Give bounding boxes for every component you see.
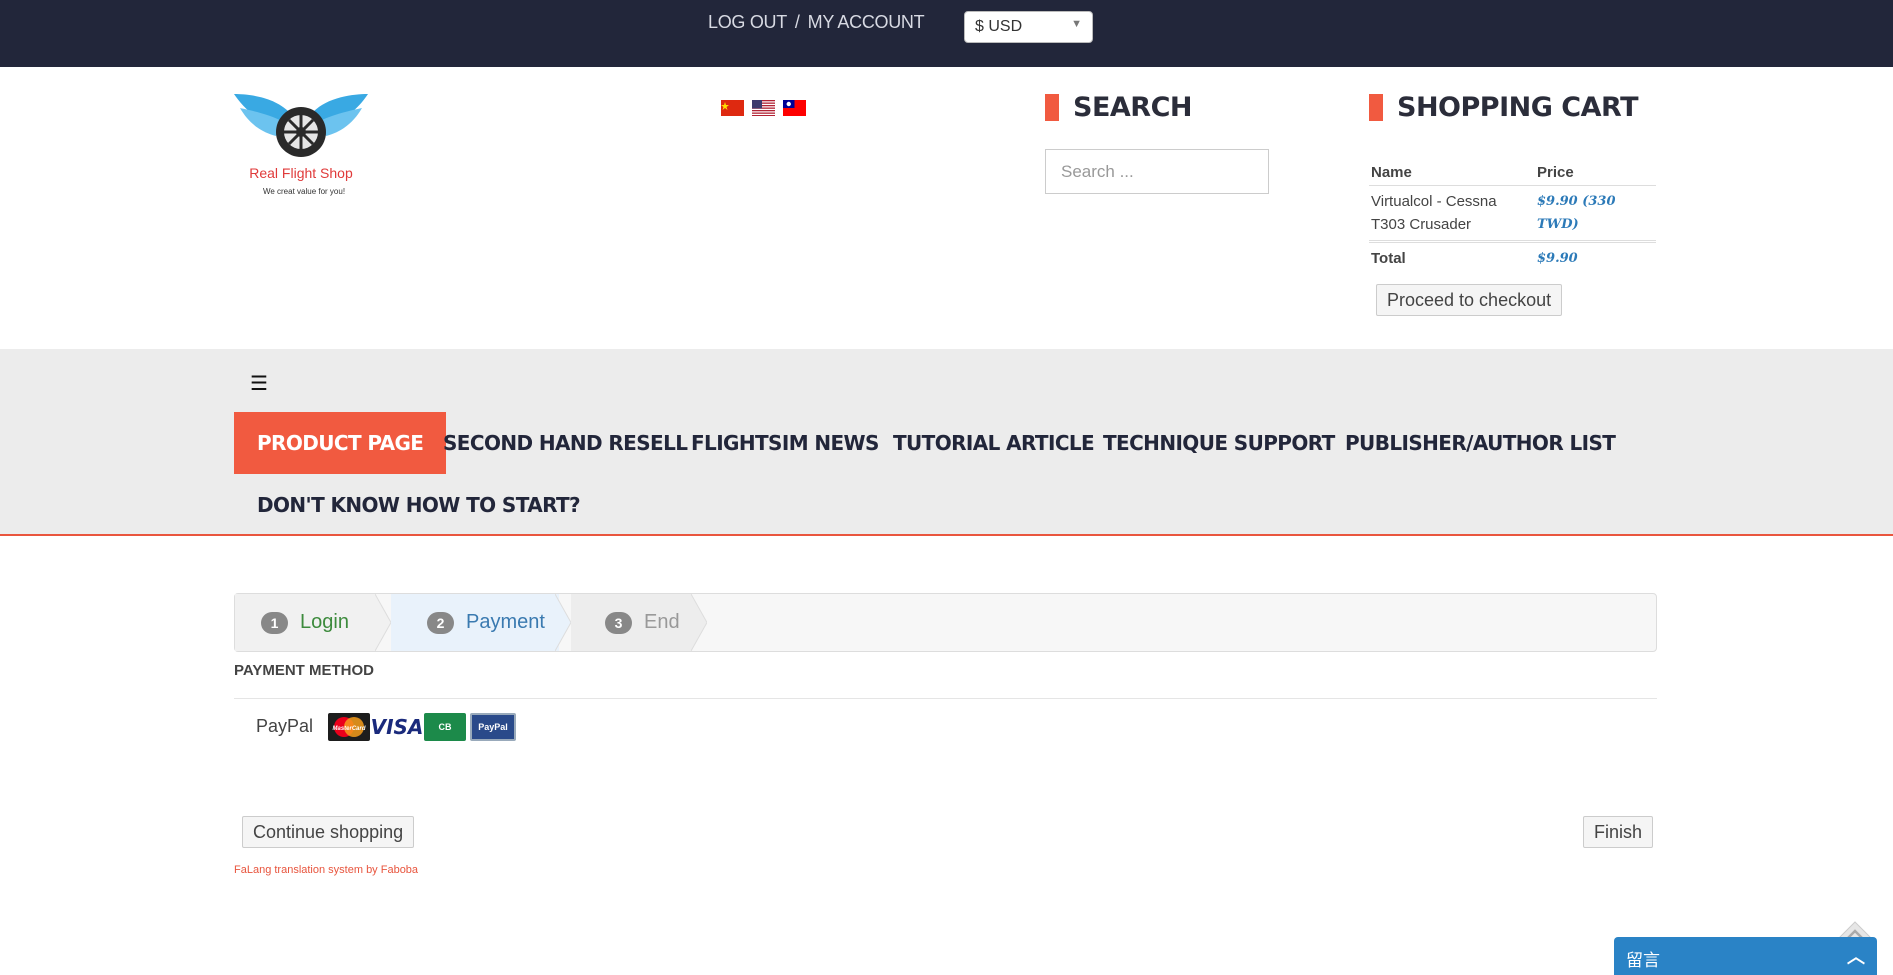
cb-icon: CB	[424, 713, 466, 741]
step-payment[interactable]: 2 Payment	[391, 594, 559, 651]
step-login[interactable]: 1 Login	[235, 594, 375, 651]
chat-widget[interactable]: 留言 ︿	[1614, 937, 1877, 975]
my-account-link[interactable]: MY ACCOUNT	[808, 12, 925, 32]
mastercard-text: MasterCard	[332, 726, 365, 732]
china-flag-icon[interactable]	[721, 100, 744, 116]
heading-accent	[1045, 94, 1059, 121]
step-end[interactable]: 3 End	[571, 594, 691, 651]
cart-item-price: $9.90 (330 TWD)	[1535, 185, 1656, 243]
cart-item-row: Virtualcol - Cessna T303 Crusader $9.90 …	[1369, 185, 1656, 243]
site-logo[interactable]: Real Flight Shop We creat value for you!	[234, 92, 368, 200]
nav-item-product-page[interactable]: PRODUCT PAGE	[234, 412, 447, 474]
logo-wheel-icon	[276, 107, 326, 157]
cart-col-name: Name	[1369, 160, 1535, 186]
cart-total-value: $9.90	[1537, 251, 1578, 266]
divider	[234, 698, 1657, 699]
currency-select[interactable]: $ USD ▼	[964, 11, 1093, 43]
main-nav: ☰ PRODUCT PAGE SECOND HAND RESELL FLIGHT…	[0, 349, 1893, 536]
step-label: Login	[300, 611, 349, 633]
search-heading: SEARCH	[1045, 92, 1193, 123]
logo-name: Real Flight Shop	[249, 165, 353, 181]
step-number: 2	[427, 611, 454, 634]
taiwan-flag-icon[interactable]	[783, 100, 806, 116]
finish-button[interactable]: Finish	[1583, 816, 1654, 848]
cart-table: Name Price Virtualcol - Cessna T303 Crus…	[1369, 160, 1656, 274]
currency-value: $ USD	[975, 18, 1023, 35]
falang-credit-link[interactable]: FaLang translation system by Faboba	[234, 864, 418, 876]
step-number: 1	[261, 611, 288, 634]
step-number: 3	[605, 611, 632, 634]
link-separator: /	[794, 12, 800, 32]
payment-method-title: PAYMENT METHOD	[234, 662, 375, 679]
cart-total-label: Total	[1371, 250, 1406, 267]
chevron-up-icon[interactable]: ︿	[1847, 943, 1865, 969]
search-input[interactable]	[1045, 149, 1269, 194]
cart-col-price: Price	[1535, 160, 1656, 186]
visa-icon: VISA	[370, 713, 424, 741]
payment-card-logos: MasterCard VISA CB PayPal	[328, 713, 516, 741]
step-divider-icon	[555, 594, 571, 651]
chat-label: 留言	[1626, 951, 1660, 971]
nav-item-how-to-start[interactable]: DON'T KNOW HOW TO START?	[234, 474, 603, 536]
nav-item-second-hand-resell[interactable]: SECOND HAND RESELL	[420, 412, 710, 474]
heading-accent	[1369, 94, 1383, 121]
nav-item-technique-support[interactable]: TECHNIQUE SUPPORT	[1080, 412, 1358, 474]
cart-total-row: Total $9.90	[1369, 242, 1656, 275]
usa-flag-icon[interactable]	[752, 100, 775, 116]
nav-item-publisher-author-list[interactable]: PUBLISHER/AUTHOR LIST	[1322, 412, 1638, 474]
logo-tagline: We creat value for you!	[263, 187, 345, 196]
language-flags	[721, 100, 806, 116]
step-divider-icon	[375, 594, 391, 651]
mastercard-icon: MasterCard	[328, 713, 370, 741]
account-links: LOG OUT / MY ACCOUNT	[708, 12, 925, 33]
search-title: SEARCH	[1073, 92, 1193, 123]
payment-option-paypal[interactable]: PayPal	[256, 716, 313, 737]
top-bar: LOG OUT / MY ACCOUNT $ USD ▼	[0, 0, 1893, 67]
hamburger-icon[interactable]: ☰	[250, 371, 268, 396]
proceed-to-checkout-button[interactable]: Proceed to checkout	[1376, 284, 1563, 316]
nav-item-flightsim-news[interactable]: FLIGHTSIM NEWS	[668, 412, 902, 474]
cart-item-name[interactable]: Virtualcol - Cessna T303 Crusader	[1369, 185, 1535, 243]
cart-heading: SHOPPING CART	[1369, 92, 1638, 123]
checkout-steps: 1 Login 2 Payment 3 End	[234, 593, 1657, 652]
step-label: End	[644, 611, 680, 633]
step-divider-icon	[691, 594, 707, 651]
logout-link[interactable]: LOG OUT	[708, 12, 787, 32]
caret-down-icon: ▼	[1071, 18, 1082, 30]
continue-shopping-button[interactable]: Continue shopping	[242, 816, 415, 848]
cart-title: SHOPPING CART	[1397, 92, 1638, 123]
step-label: Payment	[466, 611, 545, 633]
paypal-icon: PayPal	[470, 713, 516, 741]
